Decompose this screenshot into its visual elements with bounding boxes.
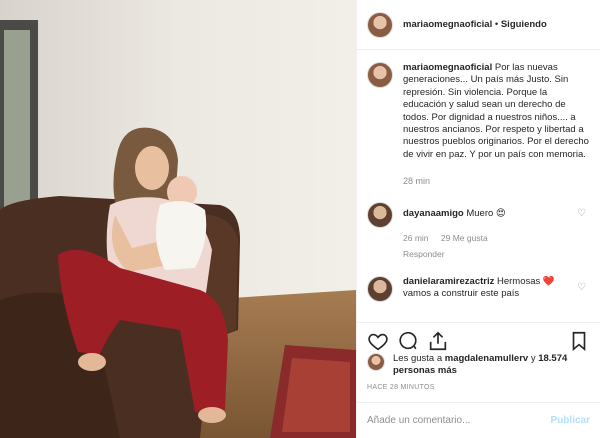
post-photo xyxy=(0,0,356,438)
caption-time[interactable]: 28 min xyxy=(403,175,590,187)
likes-summary: Les gusta a magdalenamullerv y 18.574 pe… xyxy=(367,353,593,377)
comment-item: danielaramirezactriz Hermosas ❤️ vamos a… xyxy=(357,275,600,302)
publish-button[interactable]: Publicar xyxy=(551,415,590,426)
post-modal: mariaomegnaoficial • Siguiendo mariaomeg… xyxy=(0,0,600,438)
header-separator: • xyxy=(494,19,499,30)
post-sidebar: mariaomegnaoficial • Siguiendo mariaomeg… xyxy=(356,0,600,438)
comment-icon[interactable] xyxy=(397,330,419,352)
liker-username[interactable]: magdalenamullerv xyxy=(445,353,528,364)
avatar[interactable] xyxy=(367,11,393,38)
likes-prefix: Les gusta a xyxy=(393,353,443,364)
post-caption: mariaomegnaoficial Por las nuevas genera… xyxy=(357,50,600,188)
post-header: mariaomegnaoficial • Siguiendo xyxy=(357,0,600,50)
caption-username[interactable]: mariaomegnaoficial xyxy=(403,62,492,73)
caption-text: Por las nuevas generaciones... Un país m… xyxy=(403,62,589,160)
comment-text: Muero 😍 xyxy=(466,207,506,219)
share-icon[interactable] xyxy=(427,330,449,352)
caption-avatar[interactable] xyxy=(367,62,393,88)
comment-body: dayanaamigo Muero 😍 26 min 29 Me gusta R… xyxy=(403,202,583,260)
comment-body: danielaramirezactriz Hermosas ❤️ vamos a… xyxy=(403,276,583,302)
header-text: mariaomegnaoficial • Siguiendo xyxy=(403,19,547,30)
comment-time[interactable]: 26 min xyxy=(403,233,429,243)
follow-status-button[interactable]: Siguiendo xyxy=(501,19,547,30)
comment-input[interactable]: Añade un comentario... xyxy=(367,415,551,426)
comment-like-heart-icon[interactable]: ♡ xyxy=(577,282,586,293)
comment-item: dayanaamigo Muero 😍 26 min 29 Me gusta R… xyxy=(357,201,600,260)
post-actions xyxy=(357,322,600,352)
likes-text: Les gusta a magdalenamullerv y 18.574 pe… xyxy=(393,353,593,377)
bookmark-icon[interactable] xyxy=(568,330,590,352)
heart-icon[interactable] xyxy=(367,330,389,352)
add-comment-bar: Añade un comentario... Publicar xyxy=(357,402,600,438)
header-username[interactable]: mariaomegnaoficial xyxy=(403,19,492,30)
likes-connector: y xyxy=(530,353,536,364)
comment-avatar[interactable] xyxy=(367,275,393,302)
liker-avatar[interactable] xyxy=(367,353,385,371)
comment-username[interactable]: dayanaamigo xyxy=(403,208,464,219)
reply-button[interactable]: Responder xyxy=(403,248,583,260)
comment-username[interactable]: danielaramirezactriz xyxy=(403,276,494,287)
comment-like-heart-icon[interactable]: ♡ xyxy=(577,208,586,219)
comment-meta: 26 min 29 Me gusta xyxy=(403,232,583,244)
posted-ago[interactable]: HACE 28 MINUTOS xyxy=(367,384,435,391)
caption-body: mariaomegnaoficial Por las nuevas genera… xyxy=(403,62,590,188)
comment-avatar[interactable] xyxy=(367,201,393,228)
comment-likes[interactable]: 29 Me gusta xyxy=(441,233,488,243)
